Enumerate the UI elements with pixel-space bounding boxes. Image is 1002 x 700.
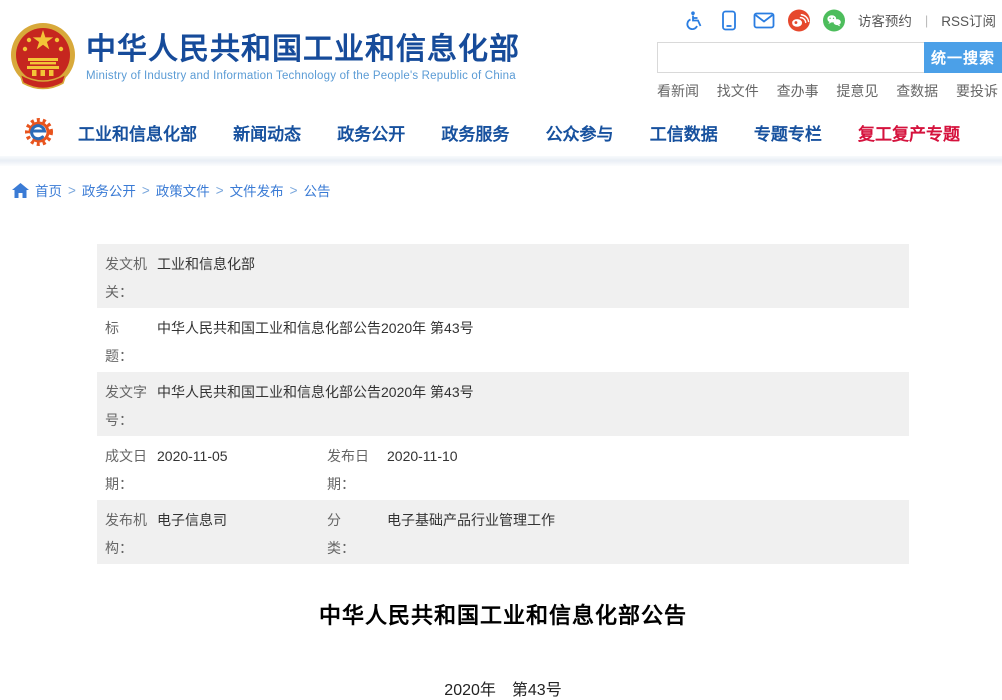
meta-label: 发布机构： xyxy=(105,506,153,562)
breadcrumb-item-2[interactable]: 政务公开 xyxy=(82,180,136,200)
breadcrumb: 首页 > 政务公开 > 政策文件 > 文件发布 > 公告 xyxy=(0,166,1002,200)
meta-row-5: 发布机构：电子信息司分 类：电子基础产品行业管理工作 xyxy=(97,500,909,564)
search-bar: 统一搜索 xyxy=(657,42,1002,73)
meta-row-3: 发文字号：中华人民共和国工业和信息化部公告2020年 第43号 xyxy=(97,372,909,436)
meta-label: 标 题： xyxy=(105,314,153,370)
meta-value: 中华人民共和国工业和信息化部公告2020年 第43号 xyxy=(153,314,474,342)
quick-link-4[interactable]: 提意见 xyxy=(836,81,878,101)
nav-item-8[interactable]: 复工复产专题 xyxy=(858,120,960,145)
meta-row-2: 标 题：中华人民共和国工业和信息化部公告2020年 第43号 xyxy=(97,308,909,372)
document-meta-table: 发文机关：工业和信息化部标 题：中华人民共和国工业和信息化部公告2020年 第4… xyxy=(97,244,909,564)
accessibility-icon[interactable] xyxy=(683,9,705,31)
site-brand[interactable]: 中华人民共和国工业和信息化部 Ministry of Industry and … xyxy=(10,22,520,92)
mail-icon[interactable] xyxy=(753,9,775,31)
meta-label: 发布日期： xyxy=(327,442,383,498)
meta-cell: 发布机构：电子信息司 xyxy=(97,506,327,562)
site-subtitle: Ministry of Industry and Information Tec… xyxy=(86,70,520,82)
nav-item-7[interactable]: 专题专栏 xyxy=(754,120,822,145)
meta-value: 工业和信息化部 xyxy=(153,250,255,278)
search-input[interactable] xyxy=(657,42,924,73)
meta-cell: 分 类：电子基础产品行业管理工作 xyxy=(327,506,909,562)
meta-label: 成文日期： xyxy=(105,442,153,498)
nav-item-6[interactable]: 工信数据 xyxy=(650,120,718,145)
miit-gear-e-logo[interactable] xyxy=(20,115,58,149)
meta-row-1: 发文机关：工业和信息化部 xyxy=(97,244,909,308)
breadcrumb-item-4[interactable]: 文件发布 xyxy=(230,180,284,200)
meta-value: 电子信息司 xyxy=(153,506,227,534)
breadcrumb-separator: > xyxy=(216,183,224,198)
meta-label: 分 类： xyxy=(327,506,383,562)
search-quick-links: 看新闻找文件查办事提意见查数据要投诉 xyxy=(657,81,1002,101)
article-container: 发文机关：工业和信息化部标 题：中华人民共和国工业和信息化部公告2020年 第4… xyxy=(97,244,909,700)
nav-divider xyxy=(0,156,1002,166)
unified-search-button[interactable]: 统一搜索 xyxy=(924,42,1002,73)
meta-label: 发文机关： xyxy=(105,250,153,306)
nav-item-2[interactable]: 新闻动态 xyxy=(233,120,301,145)
weibo-icon[interactable] xyxy=(788,9,810,31)
visitor-appointment-link[interactable]: 访客预约 xyxy=(858,10,912,30)
nav-item-5[interactable]: 公众参与 xyxy=(546,120,614,145)
meta-cell: 成文日期：2020-11-05 xyxy=(97,442,327,498)
quick-link-6[interactable]: 要投诉 xyxy=(956,81,998,101)
meta-label: 发文字号： xyxy=(105,378,153,434)
site-title: 中华人民共和国工业和信息化部 xyxy=(86,33,520,67)
breadcrumb-item-5[interactable]: 公告 xyxy=(304,180,331,200)
document-number: 2020年 第43号 xyxy=(97,676,909,700)
mobile-icon[interactable] xyxy=(718,9,740,31)
rss-subscribe-link[interactable]: RSS订阅 xyxy=(941,10,996,30)
meta-row-4: 成文日期：2020-11-05发布日期：2020-11-10 xyxy=(97,436,909,500)
quick-link-1[interactable]: 看新闻 xyxy=(657,81,699,101)
breadcrumb-separator: > xyxy=(142,183,150,198)
breadcrumb-item-3[interactable]: 政策文件 xyxy=(156,180,210,200)
breadcrumb-item-1[interactable]: 首页 xyxy=(35,180,62,200)
meta-cell: 标 题：中华人民共和国工业和信息化部公告2020年 第43号 xyxy=(97,314,909,370)
document-title: 中华人民共和国工业和信息化部公告 xyxy=(97,598,909,630)
national-emblem-logo xyxy=(10,22,76,92)
meta-value: 电子基础产品行业管理工作 xyxy=(383,506,555,534)
meta-cell: 发布日期：2020-11-10 xyxy=(327,442,909,498)
breadcrumb-separator: > xyxy=(290,183,298,198)
meta-value: 2020-11-05 xyxy=(153,442,228,470)
home-icon[interactable] xyxy=(12,183,29,198)
site-header: 中华人民共和国工业和信息化部 Ministry of Industry and … xyxy=(0,0,1002,108)
utility-divider: | xyxy=(925,13,928,28)
wechat-icon[interactable] xyxy=(823,9,845,31)
meta-cell: 发文机关：工业和信息化部 xyxy=(97,250,909,306)
quick-link-5[interactable]: 查数据 xyxy=(896,81,938,101)
meta-cell: 发文字号：中华人民共和国工业和信息化部公告2020年 第43号 xyxy=(97,378,909,434)
nav-item-3[interactable]: 政务公开 xyxy=(337,120,405,145)
breadcrumb-separator: > xyxy=(68,183,76,198)
meta-value: 2020-11-10 xyxy=(383,442,458,470)
nav-item-4[interactable]: 政务服务 xyxy=(441,120,509,145)
meta-value: 中华人民共和国工业和信息化部公告2020年 第43号 xyxy=(153,378,474,406)
main-navigation: 工业和信息化部 新闻动态 政务公开 政务服务 公众参与 工信数据 专题专栏 复工复产专题 xyxy=(0,108,1002,156)
quick-link-2[interactable]: 找文件 xyxy=(717,81,759,101)
quick-link-3[interactable]: 查办事 xyxy=(777,81,819,101)
header-utility-row: 访客预约 | RSS订阅 xyxy=(657,6,1002,34)
nav-item-1[interactable]: 工业和信息化部 xyxy=(78,120,197,145)
